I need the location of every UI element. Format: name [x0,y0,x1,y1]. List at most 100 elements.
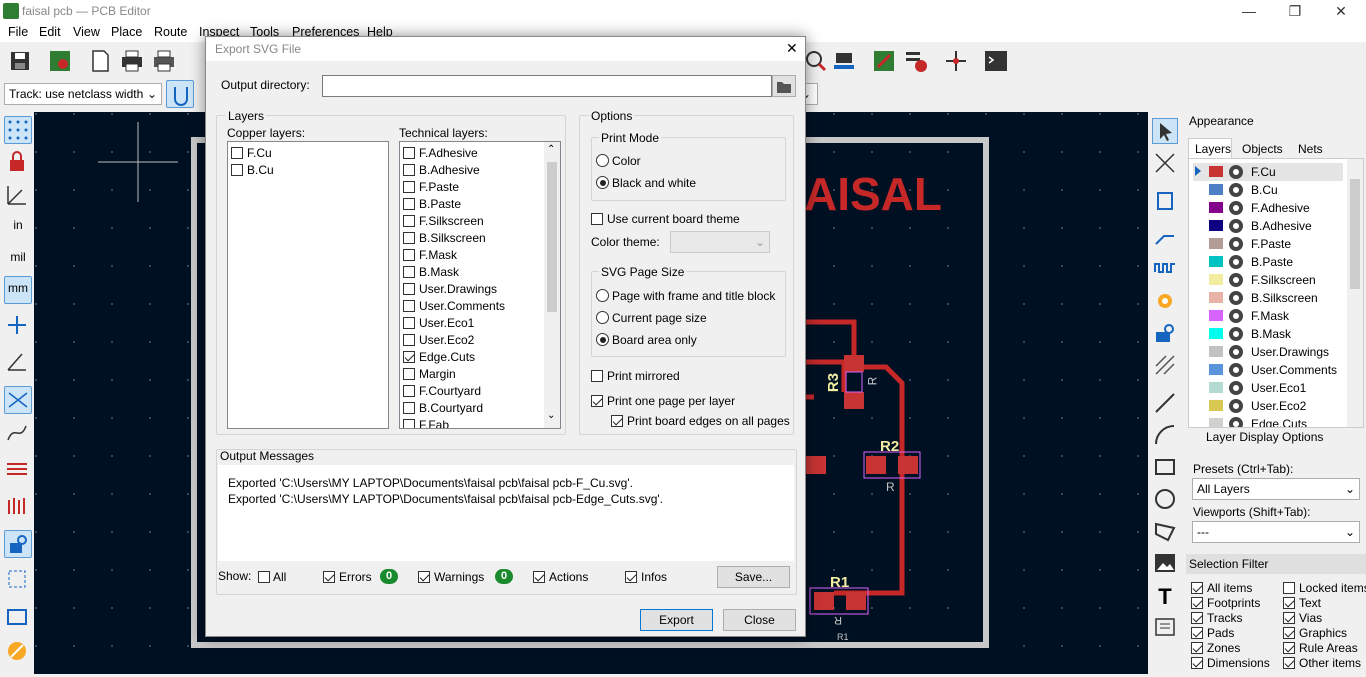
track-width-select[interactable]: Track: use netclass width ⌄ [4,83,162,105]
tab-layers[interactable]: Layers [1188,138,1232,158]
filter-actions-checkbox[interactable] [533,571,545,583]
layer-row[interactable]: User.Comments [1193,361,1343,379]
units-inches-icon[interactable]: in [4,214,32,242]
layer-color-swatch[interactable] [1209,346,1223,357]
layer-row[interactable]: B.Adhesive [1193,217,1343,235]
board-setup-icon[interactable] [46,47,74,75]
filter-checkbox[interactable] [1191,612,1203,624]
menu-view[interactable]: View [73,25,100,39]
rule-area-icon[interactable] [1152,352,1178,378]
draw-line-icon[interactable] [1152,390,1178,416]
compass-icon[interactable] [4,638,32,666]
eye-icon[interactable] [1229,237,1243,251]
one-page-per-layer-checkbox[interactable] [591,395,603,407]
layer-color-swatch[interactable] [1209,310,1223,321]
layer-checkbox[interactable] [403,147,415,159]
layer-row[interactable]: B.Mask [1193,325,1343,343]
board-edges-checkbox[interactable] [611,415,623,427]
scripting-icon[interactable] [870,47,898,75]
filter-warnings-checkbox[interactable] [418,571,430,583]
layer-checkbox[interactable] [403,419,415,428]
layer-checkbox[interactable] [403,249,415,261]
eye-icon[interactable] [1229,363,1243,377]
add-via-icon[interactable] [1152,288,1178,314]
filter-all-checkbox[interactable] [258,571,270,583]
layer-color-swatch[interactable] [1209,400,1223,411]
layer-checkbox[interactable] [231,164,243,176]
layer-checkbox[interactable] [403,334,415,346]
tab-nets[interactable]: Nets [1290,140,1330,158]
eye-icon[interactable] [1229,201,1243,215]
layer-checkbox[interactable] [403,164,415,176]
scroll-up-icon[interactable]: ⌃ [547,144,555,155]
presets-select[interactable]: All Layers ⌄ [1192,478,1360,500]
close-window-button[interactable]: ✕ [1318,0,1364,22]
drc-icon[interactable] [802,47,830,75]
board-area-radio[interactable] [596,333,609,346]
local-ratsnest-icon[interactable] [1152,150,1178,176]
tab-objects[interactable]: Objects [1234,140,1286,158]
current-page-radio[interactable] [596,311,609,324]
menu-edit[interactable]: Edit [39,25,61,39]
use-theme-checkbox[interactable] [591,213,603,225]
pad-display-icon[interactable] [4,492,32,520]
filter-checkbox[interactable] [1283,582,1295,594]
draw-polygon-icon[interactable] [1152,518,1178,544]
layer-checkbox[interactable] [231,147,243,159]
draw-circle-icon[interactable] [1152,486,1178,512]
route-track-icon[interactable] [1152,224,1178,250]
filter-infos-checkbox[interactable] [625,571,637,583]
save-messages-button[interactable]: Save... [717,566,790,588]
layer-color-swatch[interactable] [1209,292,1223,303]
filter-checkbox[interactable] [1283,627,1295,639]
grid-icon[interactable] [4,116,32,144]
layer-row[interactable]: F.Cu [1193,163,1343,181]
layer-checkbox[interactable] [403,266,415,278]
eye-icon[interactable] [1229,219,1243,233]
filter-checkbox[interactable] [1191,582,1203,594]
lock-grid-icon[interactable] [4,148,32,176]
layer-color-swatch[interactable] [1209,418,1223,427]
layer-row[interactable]: User.Eco1 [1193,379,1343,397]
scroll-down-icon[interactable]: ⌄ [547,410,555,421]
draw-rectangle-icon[interactable] [1152,454,1178,480]
units-mils-icon[interactable]: mil [4,246,32,274]
save-icon[interactable] [6,47,34,75]
viewports-select[interactable]: --- ⌄ [1192,521,1360,543]
footprint-editor-icon[interactable] [830,47,858,75]
layer-row[interactable]: B.Paste [1193,253,1343,271]
print-icon[interactable] [118,47,146,75]
filter-checkbox[interactable] [1283,657,1295,669]
layer-color-swatch[interactable] [1209,382,1223,393]
units-mm-icon[interactable]: mm [4,276,32,304]
layer-checkbox[interactable] [403,232,415,244]
technical-scrollbar[interactable]: ⌃ ⌄ [544,142,560,428]
eye-icon[interactable] [1229,399,1243,413]
filter-checkbox[interactable] [1191,597,1203,609]
plot-icon[interactable] [150,47,178,75]
add-zone-icon[interactable] [1152,320,1178,346]
angle-constraint-icon[interactable] [4,348,32,376]
add-text-icon[interactable]: T [1152,584,1178,610]
menu-route[interactable]: Route [154,25,187,39]
auto-track-width-icon[interactable] [166,80,194,108]
draw-arc-icon[interactable] [1152,422,1178,448]
highlight-net-icon[interactable] [4,456,32,484]
restore-button[interactable]: ❐ [1272,0,1318,22]
layer-color-swatch[interactable] [1209,166,1223,177]
filter-errors-checkbox[interactable] [323,571,335,583]
eye-icon[interactable] [1229,345,1243,359]
black-white-radio[interactable] [596,176,609,189]
layer-color-swatch[interactable] [1209,238,1223,249]
color-radio[interactable] [596,154,609,167]
dialog-close-icon[interactable]: ✕ [786,40,798,57]
page-settings-icon[interactable] [86,47,114,75]
layer-color-swatch[interactable] [1209,364,1223,375]
zone-display-icon[interactable] [4,530,32,558]
menu-file[interactable]: File [8,25,28,39]
terminal-icon[interactable] [982,47,1010,75]
layer-checkbox[interactable] [403,351,415,363]
eye-icon[interactable] [1229,255,1243,269]
layer-checkbox[interactable] [403,385,415,397]
eye-icon[interactable] [1229,309,1243,323]
